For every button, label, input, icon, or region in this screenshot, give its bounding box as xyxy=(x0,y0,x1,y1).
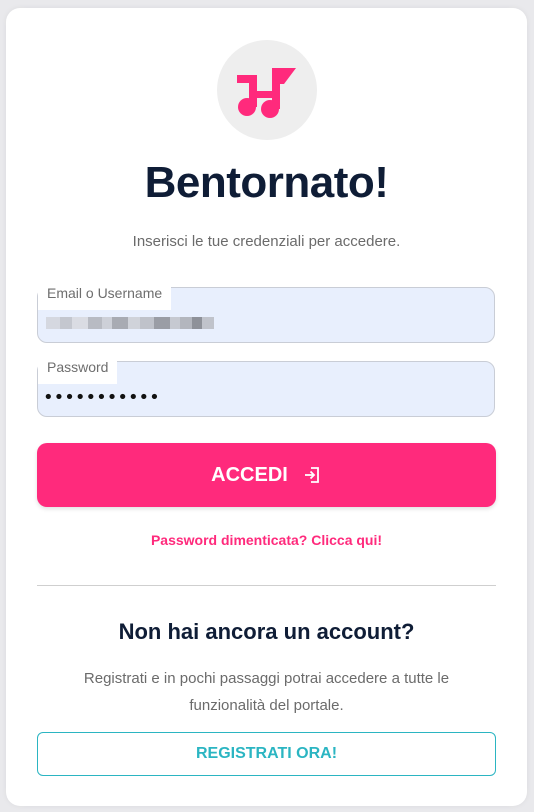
register-button-label: REGISTRATI ORA! xyxy=(195,745,338,762)
email-value-redacted xyxy=(46,317,214,329)
password-value: ••••••••••• xyxy=(43,387,160,408)
email-field[interactable]: Email o Username xyxy=(37,282,495,343)
register-description: Registrati e in pochi passaggi potrai ac… xyxy=(83,670,450,714)
page-title: Bentornato! xyxy=(144,158,389,207)
email-field-label: Email o Username xyxy=(38,282,172,310)
password-field[interactable]: Password ••••••••••• xyxy=(37,356,495,417)
music-note-flag-icon xyxy=(237,68,296,118)
login-button[interactable]: ACCEDI xyxy=(37,443,496,507)
login-button-label: ACCEDI xyxy=(211,463,288,486)
register-heading: Non hai ancora un account? xyxy=(118,619,415,644)
page-subtitle: Inserisci le tue credenziali per acceder… xyxy=(132,233,401,250)
divider xyxy=(37,585,496,586)
forgot-password-link[interactable]: Password dimenticata? Clicca qui! xyxy=(6,532,527,548)
password-field-label: Password xyxy=(38,356,118,384)
login-arrow-icon xyxy=(302,465,322,485)
login-card: Bentornato! Inserisci le tue credenziali… xyxy=(6,8,527,806)
register-button[interactable]: REGISTRATI ORA! xyxy=(37,732,496,776)
logo xyxy=(217,40,317,140)
